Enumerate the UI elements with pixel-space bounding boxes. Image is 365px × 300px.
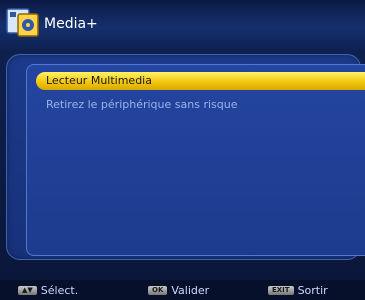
footer-exit-hint: EXIT Sortir xyxy=(268,280,328,300)
screen: Media+ Lecteur Multimedia Retirez le pér… xyxy=(0,0,365,300)
exit-label: Sortir xyxy=(297,283,328,297)
header-bar: Media+ xyxy=(0,0,365,50)
media-plus-icon xyxy=(6,6,40,40)
footer-select-hint: ▲▼ Sélect. xyxy=(18,280,78,300)
page-title: Media+ xyxy=(44,16,98,32)
menu-list xyxy=(26,64,365,256)
footer-bar: ▲▼ Sélect. OK Valider EXIT Sortir xyxy=(0,280,365,300)
menu-item-safely-remove-device[interactable]: Retirez le périphérique sans risque xyxy=(36,96,365,114)
menu-item-label: Retirez le périphérique sans risque xyxy=(46,98,238,111)
menu-item-label: Lecteur Multimedia xyxy=(46,74,152,87)
exit-key-icon: EXIT xyxy=(268,285,294,295)
validate-label: Valider xyxy=(171,283,210,297)
footer-ok-hint: OK Valider xyxy=(148,280,209,300)
up-down-key-icon: ▲▼ xyxy=(18,285,37,295)
ok-key-icon: OK xyxy=(148,285,168,295)
select-label: Sélect. xyxy=(40,283,79,297)
menu-item-lecteur-multimedia[interactable]: Lecteur Multimedia xyxy=(36,72,365,90)
